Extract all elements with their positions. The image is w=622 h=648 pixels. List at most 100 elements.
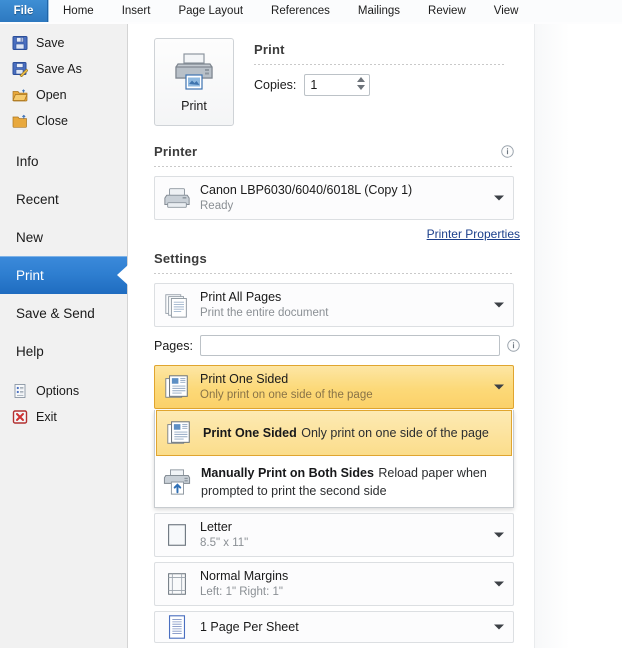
print-range-subtitle: Print the entire document	[200, 307, 329, 319]
chevron-up-icon[interactable]	[357, 77, 366, 82]
selection-arrow-icon	[117, 265, 128, 285]
copies-input[interactable]	[305, 75, 354, 95]
paper-size-select[interactable]: Letter 8.5" x 11"	[154, 513, 514, 557]
sidebar-item-print[interactable]: Print	[0, 256, 128, 294]
sidebar-item-new[interactable]: New	[0, 218, 127, 256]
print-sides-select[interactable]: Print One Sided Only print on one side o…	[154, 365, 514, 409]
margins-texts: Normal Margins Left: 1" Right: 1"	[200, 569, 288, 599]
sidebar-item-recent[interactable]: Recent	[0, 180, 127, 218]
copies-row: Copies:	[254, 74, 504, 96]
divider	[154, 273, 514, 274]
chevron-down-icon[interactable]	[494, 384, 504, 390]
margins-select[interactable]: Normal Margins Left: 1" Right: 1"	[154, 562, 514, 606]
sidebar-item-label: Save & Send	[16, 305, 95, 321]
dropdown-option-texts: Print One Sided Only print on one side o…	[203, 424, 489, 442]
page-title: Print	[254, 42, 285, 57]
copies-label: Copies:	[254, 78, 297, 92]
dropdown-option-title: Print One Sided	[203, 426, 297, 440]
print-range-title: Print All Pages	[200, 290, 282, 304]
chevron-down-icon[interactable]	[494, 195, 504, 201]
pages-label: Pages:	[154, 338, 193, 353]
backstage-sidebar: Save Save As Open Close Info Recent New …	[0, 24, 128, 648]
pages-input[interactable]	[199, 335, 500, 356]
printer-section: Printer Canon LBP6030/6040/6018L (Copy 1…	[128, 144, 534, 243]
printer-device-icon	[164, 188, 190, 208]
copies-spin-arrows[interactable]	[357, 77, 366, 90]
pages-per-sheet-title: 1 Page Per Sheet	[200, 619, 299, 634]
tab-references[interactable]: References	[257, 0, 344, 22]
print-button-label: Print	[181, 99, 207, 113]
tab-mailings[interactable]: Mailings	[344, 0, 414, 22]
printer-select[interactable]: Canon LBP6030/6040/6018L (Copy 1) Ready	[154, 176, 514, 220]
dropdown-option-manually-print-both-sides[interactable]: Manually Print on Both Sides Reload pape…	[155, 457, 513, 507]
chevron-down-icon[interactable]	[357, 85, 366, 90]
sidebar-item-label: Save As	[36, 62, 82, 76]
sidebar-item-save-and-send[interactable]: Save & Send	[0, 294, 127, 332]
sidebar-item-options[interactable]: Options	[0, 378, 127, 404]
chevron-down-icon[interactable]	[494, 581, 504, 587]
open-folder-icon	[12, 89, 28, 102]
print-sides-texts: Print One Sided Only print on one side o…	[200, 372, 373, 402]
sidebar-item-exit[interactable]: Exit	[0, 404, 127, 430]
print-settings-column: Print Print Copies: 1 Printer Canon LBP6…	[128, 24, 534, 648]
paper-size-texts: Letter 8.5" x 11"	[200, 520, 248, 550]
sidebar-item-label: Exit	[36, 410, 57, 424]
sidebar-item-close[interactable]: Close	[0, 108, 127, 134]
save-as-floppy-pencil-icon	[12, 62, 28, 77]
sidebar-item-label: Recent	[16, 191, 59, 207]
print-sides-subtitle: Only print on one side of the page	[200, 389, 373, 401]
tab-insert[interactable]: Insert	[108, 0, 165, 22]
margins-title: Normal Margins	[200, 569, 289, 583]
sidebar-item-info[interactable]: Info	[0, 142, 127, 180]
printer-properties-link[interactable]: Printer Properties	[427, 227, 520, 241]
pages-row: Pages:	[154, 335, 528, 356]
sidebar-item-save[interactable]: Save	[0, 30, 127, 56]
close-folder-icon	[12, 114, 27, 128]
print-heading-block: Print Copies:	[254, 38, 504, 126]
sidebar-item-label: Save	[36, 36, 65, 50]
tab-view[interactable]: View	[480, 0, 533, 22]
printer-section-title: Printer	[154, 144, 198, 159]
exit-red-x-icon	[12, 410, 28, 424]
chevron-down-icon[interactable]	[494, 624, 504, 630]
tab-review[interactable]: Review	[414, 0, 480, 22]
dropdown-option-print-one-sided[interactable]: Print One Sided Only print on one side o…	[156, 410, 512, 456]
divider	[154, 166, 514, 167]
printer-texts: Canon LBP6030/6040/6018L (Copy 1) Ready	[200, 183, 412, 213]
settings-section-head: Settings	[154, 251, 514, 266]
tab-page-layout[interactable]: Page Layout	[164, 0, 257, 22]
margins-icon	[168, 573, 186, 595]
sidebar-item-help[interactable]: Help	[0, 332, 127, 370]
sidebar-item-label: Open	[36, 88, 67, 102]
pages-per-sheet-texts: 1 Page Per Sheet	[200, 620, 299, 635]
stacked-pages-icon	[165, 294, 187, 318]
page-per-sheet-icon	[168, 615, 186, 639]
sidebar-item-open[interactable]: Open	[0, 82, 127, 108]
info-circle-icon[interactable]	[501, 145, 514, 158]
sidebar-item-label: Options	[36, 384, 80, 398]
tab-home[interactable]: Home	[49, 0, 108, 22]
dropdown-option-texts: Manually Print on Both Sides Reload pape…	[201, 464, 505, 500]
paper-sheet-icon	[168, 524, 186, 546]
printer-status: Ready	[200, 200, 234, 212]
pages-per-sheet-select[interactable]: 1 Page Per Sheet	[154, 611, 514, 643]
print-button[interactable]: Print	[154, 38, 234, 126]
tab-file[interactable]: File	[0, 0, 48, 22]
print-sides-title: Print One Sided	[200, 372, 289, 386]
printer-section-head: Printer	[154, 144, 514, 159]
dropdown-option-title: Manually Print on Both Sides	[201, 466, 374, 480]
sidebar-item-label: New	[16, 229, 44, 245]
paper-size-title: Letter	[200, 520, 232, 534]
copies-stepper[interactable]	[304, 74, 371, 96]
one-sided-page-icon	[167, 421, 190, 444]
printer-icon	[175, 53, 213, 90]
sidebar-item-save-as[interactable]: Save As	[0, 56, 127, 82]
chevron-down-icon[interactable]	[494, 532, 504, 538]
sidebar-item-label: Help	[16, 343, 44, 359]
divider	[254, 64, 504, 65]
info-circle-icon[interactable]	[507, 339, 520, 352]
options-document-icon	[14, 384, 26, 398]
print-range-select[interactable]: Print All Pages Print the entire documen…	[154, 283, 514, 327]
print-range-texts: Print All Pages Print the entire documen…	[200, 290, 329, 320]
chevron-down-icon[interactable]	[494, 302, 504, 308]
